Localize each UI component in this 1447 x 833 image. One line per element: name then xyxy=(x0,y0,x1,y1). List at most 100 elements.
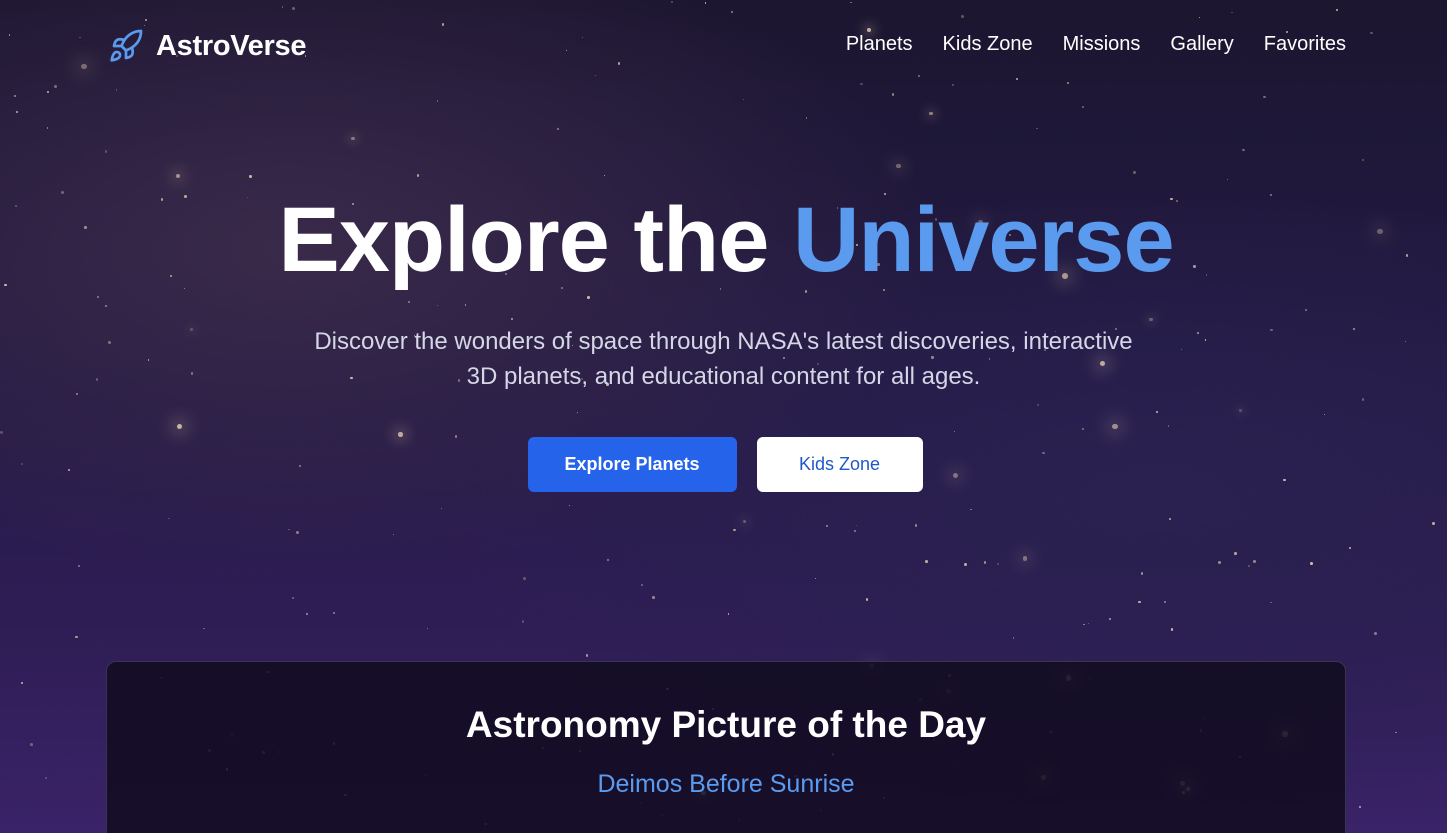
star-dot xyxy=(1138,600,1142,604)
star-dot xyxy=(805,116,808,119)
nav-link-favorites[interactable]: Favorites xyxy=(1264,33,1346,56)
star-dot xyxy=(440,507,442,509)
star-dot xyxy=(1431,522,1435,526)
star-dot xyxy=(742,98,745,100)
star-dot xyxy=(13,94,17,98)
star-dot xyxy=(20,681,24,684)
star-dot xyxy=(865,598,869,601)
star-dot xyxy=(416,173,420,177)
hero-title-accent: Universe xyxy=(792,189,1175,291)
star-dot xyxy=(585,654,589,657)
star-dot xyxy=(45,776,48,780)
star-dot xyxy=(1252,560,1256,563)
star-dot xyxy=(1133,171,1137,174)
star-dot xyxy=(970,508,972,511)
star-dot xyxy=(291,597,295,600)
nav-link-gallery[interactable]: Gallery xyxy=(1170,33,1233,56)
star-dot xyxy=(733,528,736,532)
explore-planets-button[interactable]: Explore Planets xyxy=(527,437,737,492)
star-dot xyxy=(1081,105,1084,108)
star-dot xyxy=(46,127,49,129)
star-dot xyxy=(1109,618,1112,620)
star-dot xyxy=(557,128,560,131)
star-dot xyxy=(75,635,78,638)
star-dot xyxy=(295,530,299,534)
star-dot xyxy=(1087,622,1089,625)
star-dot xyxy=(175,173,181,179)
star-dot xyxy=(652,595,656,599)
star-dot xyxy=(641,584,644,586)
star-dot xyxy=(1263,95,1266,99)
star-dot xyxy=(891,93,895,97)
star-dot xyxy=(1226,179,1229,181)
star-dot xyxy=(288,528,290,531)
star-dot xyxy=(104,149,108,153)
star-dot xyxy=(925,560,928,563)
star-dot xyxy=(825,525,829,528)
star-dot xyxy=(1361,158,1365,161)
star-dot xyxy=(1163,601,1166,604)
rocket-icon xyxy=(110,29,143,62)
star-dot xyxy=(727,613,729,615)
apod-image-title[interactable]: Deimos Before Sunrise xyxy=(107,770,1345,799)
hero-title-main: Explore the xyxy=(278,189,793,291)
star-dot xyxy=(392,534,394,536)
star-dot xyxy=(742,519,746,523)
star-dot xyxy=(249,175,252,178)
hero-subtitle: Discover the wonders of space through NA… xyxy=(314,328,1133,390)
star-dot xyxy=(929,111,933,116)
apod-card: Astronomy Picture of the Day Deimos Befo… xyxy=(106,661,1346,833)
star-dot xyxy=(996,563,999,566)
star-dot xyxy=(1374,631,1378,635)
navbar: AstroVerse Planets Kids Zone Missions Ga… xyxy=(0,0,1447,92)
brand-logo[interactable]: AstroVerse xyxy=(108,28,306,64)
star-dot xyxy=(1082,623,1085,626)
star-dot xyxy=(1140,572,1144,575)
star-dot xyxy=(77,564,80,568)
star-dot xyxy=(568,504,570,507)
star-dot xyxy=(1358,805,1361,808)
hero-actions: Explore Planets Kids Zone xyxy=(3,437,1447,492)
hero-section: Explore the Universe Discover the wonder… xyxy=(0,190,1447,492)
star-dot xyxy=(15,111,19,114)
star-dot xyxy=(30,743,34,747)
brand-name: AstroVerse xyxy=(156,29,307,62)
star-dot xyxy=(523,577,526,580)
hero-title: Explore the Universe xyxy=(5,190,1447,290)
star-dot xyxy=(606,559,609,562)
star-dot xyxy=(1170,628,1174,631)
star-dot xyxy=(854,529,857,532)
star-dot xyxy=(1270,602,1272,604)
star-dot xyxy=(1234,552,1238,556)
nav-link-missions[interactable]: Missions xyxy=(1063,33,1141,56)
star-dot xyxy=(203,627,205,630)
star-dot xyxy=(814,577,817,580)
star-dot xyxy=(1310,562,1314,566)
star-dot xyxy=(436,100,439,102)
kids-zone-button[interactable]: Kids Zone xyxy=(756,437,923,492)
star-dot xyxy=(1348,547,1351,549)
star-dot xyxy=(1012,637,1015,639)
star-dot xyxy=(963,563,967,567)
star-dot xyxy=(333,612,336,615)
star-dot xyxy=(168,517,170,519)
apod-heading: Astronomy Picture of the Day xyxy=(465,704,987,745)
star-dot xyxy=(1022,555,1028,561)
nav-link-planets[interactable]: Planets xyxy=(846,33,913,56)
nav-menu: Planets Kids Zone Missions Gallery Favor… xyxy=(846,33,1346,56)
star-dot xyxy=(1248,565,1251,568)
star-dot xyxy=(351,136,355,140)
star-dot xyxy=(1395,731,1397,733)
star-dot xyxy=(856,524,858,527)
star-dot xyxy=(604,174,606,176)
nav-link-kids-zone[interactable]: Kids Zone xyxy=(943,33,1033,56)
star-dot xyxy=(305,613,308,616)
star-dot xyxy=(983,561,987,564)
star-dot xyxy=(1169,518,1172,521)
star-dot xyxy=(896,163,901,169)
star-dot xyxy=(914,523,918,527)
star-dot xyxy=(427,627,429,629)
star-dot xyxy=(1036,127,1038,130)
star-dot xyxy=(521,620,525,623)
star-dot xyxy=(1242,148,1245,152)
